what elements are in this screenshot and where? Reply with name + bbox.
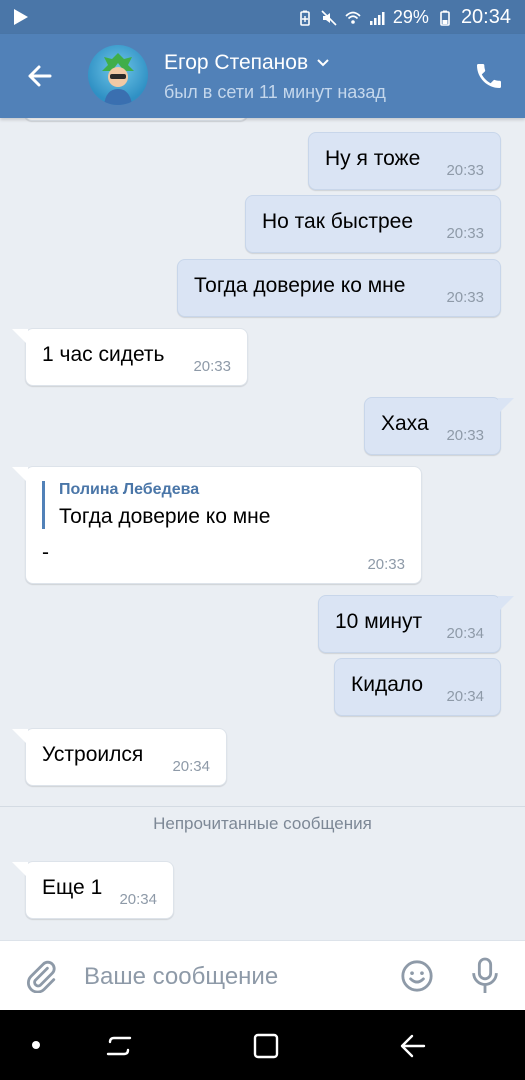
chevron-down-icon[interactable] <box>316 58 330 68</box>
message-bubble-out[interactable]: Хаха 20:33 <box>364 397 514 455</box>
battery-percent: 29% <box>392 7 429 27</box>
message-text: - <box>42 541 49 564</box>
unread-divider: Непрочитанные сообщения <box>0 806 525 841</box>
message-time: 20:33 <box>446 225 484 242</box>
bubble-tail <box>12 862 28 878</box>
nav-dot-icon[interactable] <box>32 1041 40 1049</box>
message-bubble-in-reply[interactable]: Полина Лебедева Тогда доверие ко мне - 2… <box>12 466 422 584</box>
message-bubble-out[interactable]: Кидало 20:34 <box>334 658 501 716</box>
message-text: Кидало <box>351 673 424 696</box>
message-bubble-out[interactable]: Но так быстрее 20:33 <box>245 195 501 253</box>
mute-icon <box>321 9 337 26</box>
message-time: 20:33 <box>193 358 231 375</box>
message-bubble-out[interactable]: Ну я тоже 20:33 <box>308 132 501 190</box>
system-nav-bar <box>0 1010 525 1080</box>
bubble-tail <box>12 467 28 483</box>
microphone-icon[interactable] <box>468 956 502 996</box>
clock: 20:34 <box>460 6 511 28</box>
contact-name[interactable]: Егор Степанов <box>164 51 330 75</box>
wifi-icon <box>345 11 361 24</box>
message-time: 20:33 <box>446 289 484 306</box>
play-icon <box>14 9 28 25</box>
signal-icon <box>369 11 385 25</box>
message-time: 20:34 <box>446 688 484 705</box>
message-time: 20:33 <box>446 427 484 444</box>
message-input[interactable] <box>82 959 376 995</box>
message-bubble-in[interactable]: Устроился 20:34 <box>12 728 227 786</box>
bubble-tail <box>12 729 28 745</box>
back-arrow-icon[interactable] <box>22 58 58 94</box>
emoji-icon[interactable] <box>400 959 434 993</box>
message-text: Тогда доверие ко мне <box>194 274 406 297</box>
bubble-tail <box>498 398 514 414</box>
message-bubble-out[interactable]: Тогда доверие ко мне 20:33 <box>177 259 501 317</box>
message-text: Хаха <box>381 412 429 435</box>
message-text: Устроился <box>42 743 144 766</box>
bubble-tail <box>12 329 28 345</box>
back-icon[interactable] <box>398 1032 428 1060</box>
quote-author: Полина Лебедева <box>59 481 200 498</box>
message-time: 20:33 <box>446 162 484 179</box>
phone-call-icon[interactable] <box>473 60 505 92</box>
message-text: Ну я тоже <box>325 147 421 170</box>
home-icon[interactable] <box>252 1032 280 1060</box>
paperclip-icon[interactable] <box>24 959 58 993</box>
avatar[interactable] <box>88 45 148 105</box>
message-text: Но так быстрее <box>262 210 414 233</box>
message-time: 20:33 <box>367 556 405 573</box>
quote-text: Тогда доверие ко мне <box>59 505 271 528</box>
message-bubble-out[interactable]: 10 минут 20:34 <box>318 595 514 653</box>
message-time: 20:34 <box>119 891 157 908</box>
avatar-image <box>102 53 134 105</box>
contact-status: был в сети 11 минут назад <box>164 82 386 102</box>
message-text: Еще 1 <box>42 876 103 899</box>
message-time: 20:34 <box>446 625 484 642</box>
battery-icon <box>440 10 450 26</box>
message-text: 10 минут <box>335 610 423 633</box>
reply-quote[interactable]: Полина Лебедева Тогда доверие ко мне <box>42 481 270 529</box>
status-icons: 29% 20:34 <box>297 6 511 29</box>
message-list[interactable]: Ну я тоже 20:33 Но так быстрее 20:33 Тог… <box>0 106 525 940</box>
recent-apps-icon[interactable] <box>104 1032 134 1060</box>
message-composer <box>0 940 525 1011</box>
battery-saver-icon <box>300 10 310 26</box>
message-time: 20:34 <box>172 758 210 775</box>
bubble-tail <box>498 596 514 612</box>
chat-header: Егор Степанов был в сети 11 минут назад <box>0 34 525 118</box>
contact-name-text: Егор Степанов <box>164 51 309 74</box>
message-text: 1 час сидеть <box>42 343 165 366</box>
message-bubble-in[interactable]: Еще 1 20:34 <box>12 861 174 919</box>
status-bar: 29% 20:34 <box>0 0 525 34</box>
message-bubble-in[interactable]: 1 час сидеть 20:33 <box>12 328 248 386</box>
